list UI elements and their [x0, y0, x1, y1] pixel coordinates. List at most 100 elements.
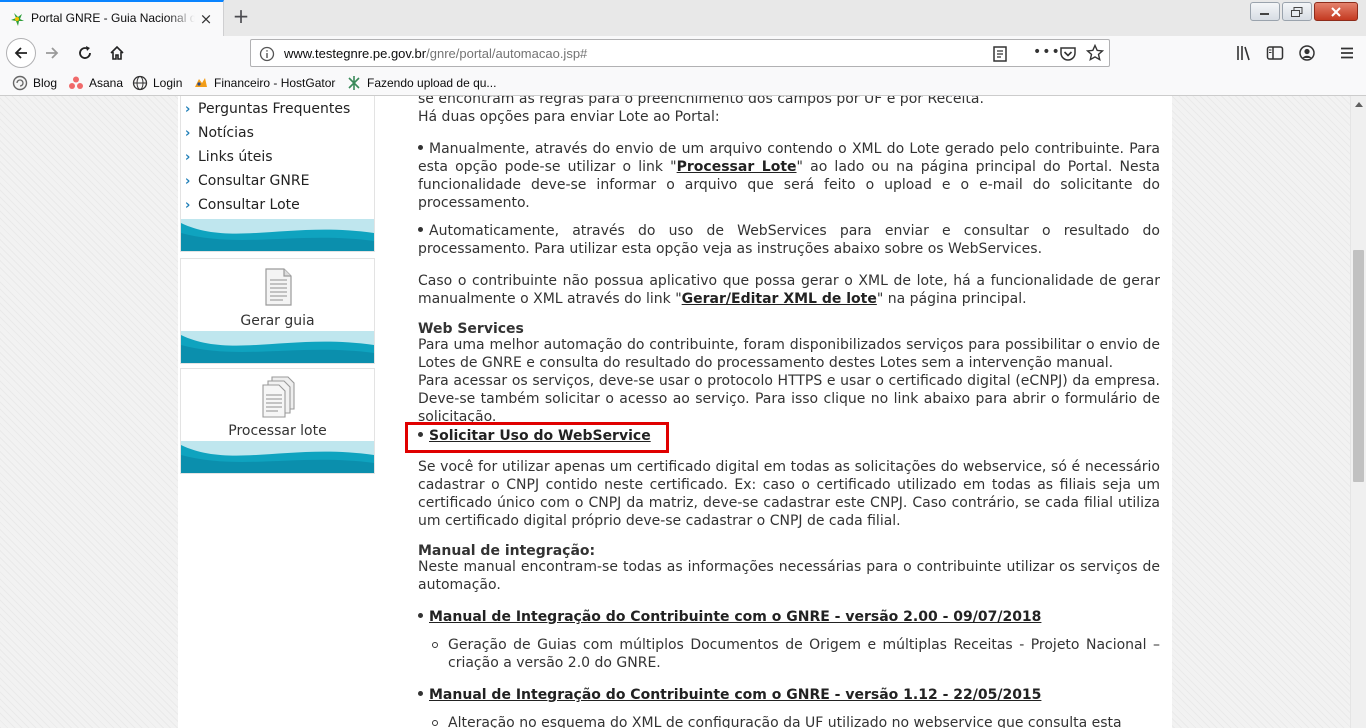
chevron-right-icon: › [185, 173, 191, 189]
manual-v112-link[interactable]: Manual de Integração do Contribuinte com… [429, 687, 1041, 703]
bookmark-label: Financeiro - HostGator [214, 76, 336, 90]
bookmark-label: Blog [33, 76, 58, 90]
close-window-button[interactable] [1314, 2, 1358, 21]
bookmark-label: Asana [89, 76, 124, 90]
bookmark-label: Fazendo upload de qu... [367, 76, 497, 90]
bookmark-star-icon[interactable] [1086, 44, 1104, 62]
card-label: Processar lote [228, 423, 327, 439]
globe-icon [132, 75, 148, 91]
sidebar-item-noticias[interactable]: › Notícias [185, 123, 254, 143]
decorative-wave [181, 219, 374, 251]
pocket-icon[interactable] [1059, 45, 1077, 63]
sidebar-item-links-uteis[interactable]: › Links úteis [185, 147, 273, 167]
manual-item-v112: Manual de Integração do Contribuinte com… [418, 686, 1160, 704]
url-text[interactable]: www.testegnre.pe.gov.br/gnre/portal/auto… [284, 46, 587, 61]
title-bar: Portal GNRE - Guia Nacional de Recolhime… [0, 0, 1366, 36]
sidebar-item-consultar-gnre[interactable]: › Consultar GNRE [185, 171, 309, 191]
url-host: www.testegnre.pe.gov.br [284, 46, 427, 61]
home-button[interactable] [107, 43, 127, 63]
gnre-favicon-icon [11, 13, 24, 26]
manual-v2-description: Geração de Guias com múltiplos Documento… [432, 636, 1160, 672]
new-tab-button[interactable]: + [230, 5, 252, 27]
bookmark-asana[interactable]: Asana [68, 74, 123, 92]
page-viewport: › Perguntas Frequentes › Notícias › Link… [0, 96, 1350, 728]
info-icon[interactable] [259, 46, 275, 62]
arrow-right-icon [46, 47, 59, 59]
home-icon [110, 45, 124, 60]
sidebar-item-perguntas-frequentes[interactable]: › Perguntas Frequentes [185, 99, 350, 119]
url-path: /gnre/portal/automacao.jsp# [426, 46, 588, 61]
sidebar-item-label: Consultar GNRE [198, 173, 310, 189]
menu-icon[interactable] [1338, 44, 1356, 62]
sidebar-item-label: Links úteis [198, 149, 273, 165]
bookmark-login[interactable]: Login [132, 74, 182, 92]
manual-v2-link[interactable]: Manual de Integração do Contribuinte com… [429, 609, 1041, 625]
hostgator-favicon-icon [195, 78, 207, 87]
asana-favicon-icon [69, 76, 83, 89]
bullet-icon [418, 612, 423, 618]
bookmark-label: Login [153, 76, 183, 90]
gerar-guia-card[interactable]: Gerar guia [180, 258, 375, 364]
documents-stack-icon [262, 376, 295, 418]
chevron-right-icon: › [185, 149, 191, 165]
intro-text: Há duas opções para enviar Lote ao Porta… [418, 109, 720, 125]
bookmark-financeiro-hostgator[interactable]: Financeiro - HostGator [193, 74, 335, 92]
minimize-button[interactable] [1250, 2, 1280, 21]
forward-button[interactable] [42, 43, 62, 63]
bookmark-blog[interactable]: Blog [12, 74, 57, 92]
bookmarks-toolbar: Blog Asana Login Financeiro - HostGator … [0, 70, 1366, 96]
sidebar-item-label: Perguntas Frequentes [198, 101, 351, 117]
processar-lote-link[interactable]: Processar Lote [677, 159, 797, 175]
processar-lote-card[interactable]: Processar lote [180, 368, 375, 474]
no-app-paragraph: Caso o contribuinte não possua aplicativ… [418, 272, 1160, 308]
tab-title: Portal GNRE - Guia Nacional de Recolhime… [31, 11, 195, 25]
bullet-icon [418, 144, 423, 150]
arrow-left-icon [14, 47, 27, 59]
ws-paragraph-2: Para acessar os serviços, deve-se usar o… [418, 373, 1160, 425]
scroll-thumb[interactable] [1353, 250, 1364, 482]
chevron-right-icon: › [185, 197, 191, 213]
tab-close-icon[interactable]: × [198, 11, 214, 27]
chevron-right-icon: › [185, 125, 191, 141]
decorative-wave [181, 441, 374, 473]
manual-option-item: Manualmente, através do envio de um arqu… [418, 140, 1160, 212]
auto-option-item: Automaticamente, através do uso de WebSe… [418, 222, 1160, 258]
sidebar-toggle-icon[interactable] [1266, 44, 1284, 62]
red-highlight-box [405, 422, 669, 453]
sidebar-item-consultar-lote[interactable]: › Consultar Lote [185, 195, 300, 215]
library-icon[interactable] [1235, 44, 1253, 62]
chevron-right-icon: › [185, 101, 191, 117]
browser-tab-active[interactable]: Portal GNRE - Guia Nacional de Recolhime… [0, 0, 224, 36]
circle-bullet-icon [432, 642, 438, 648]
back-button[interactable] [6, 38, 36, 68]
page-actions-icon[interactable]: ••• [1033, 45, 1060, 63]
portal-page: › Perguntas Frequentes › Notícias › Link… [178, 96, 1172, 728]
sidebar-menu: › Perguntas Frequentes › Notícias › Link… [180, 96, 375, 252]
minimize-icon [1260, 12, 1269, 15]
bullet-icon [418, 226, 423, 232]
manual-item-v2: Manual de Integração do Contribuinte com… [418, 608, 1160, 626]
ws-heading-text: Web Services [418, 321, 524, 337]
restore-button[interactable] [1282, 2, 1312, 21]
reader-view-icon[interactable] [991, 45, 1009, 63]
scroll-up-button[interactable] [1351, 96, 1366, 112]
address-bar[interactable]: www.testegnre.pe.gov.br/gnre/portal/auto… [250, 39, 1110, 67]
card-label: Gerar guia [240, 313, 315, 329]
auto-option-text: Automaticamente, através do uso de WebSe… [418, 223, 1160, 257]
gerar-editar-xml-link[interactable]: Gerar/Editar XML de lote [682, 291, 877, 307]
bookmark-fazendo-upload[interactable]: Fazendo upload de qu... [346, 74, 496, 92]
reload-button[interactable] [75, 43, 95, 63]
upload-favicon-icon [348, 76, 360, 90]
intro-cut-text: se encontram as regras para o preenchime… [418, 96, 984, 107]
manual-paragraph: Neste manual encontram-se todas as infor… [418, 559, 1160, 593]
page-scrollbar[interactable] [1350, 96, 1366, 728]
account-icon[interactable] [1298, 44, 1316, 62]
window-controls [1250, 2, 1358, 22]
manual-v112-description: Alteração no esquema do XML de configura… [432, 714, 1160, 728]
restore-icon [1291, 6, 1303, 17]
blog-favicon-icon [12, 75, 28, 91]
no-app-after: " na página principal. [876, 291, 1027, 307]
manual-heading-text: Manual de integração: [418, 543, 596, 559]
bullet-icon [418, 690, 423, 696]
circle-bullet-icon [432, 720, 438, 726]
